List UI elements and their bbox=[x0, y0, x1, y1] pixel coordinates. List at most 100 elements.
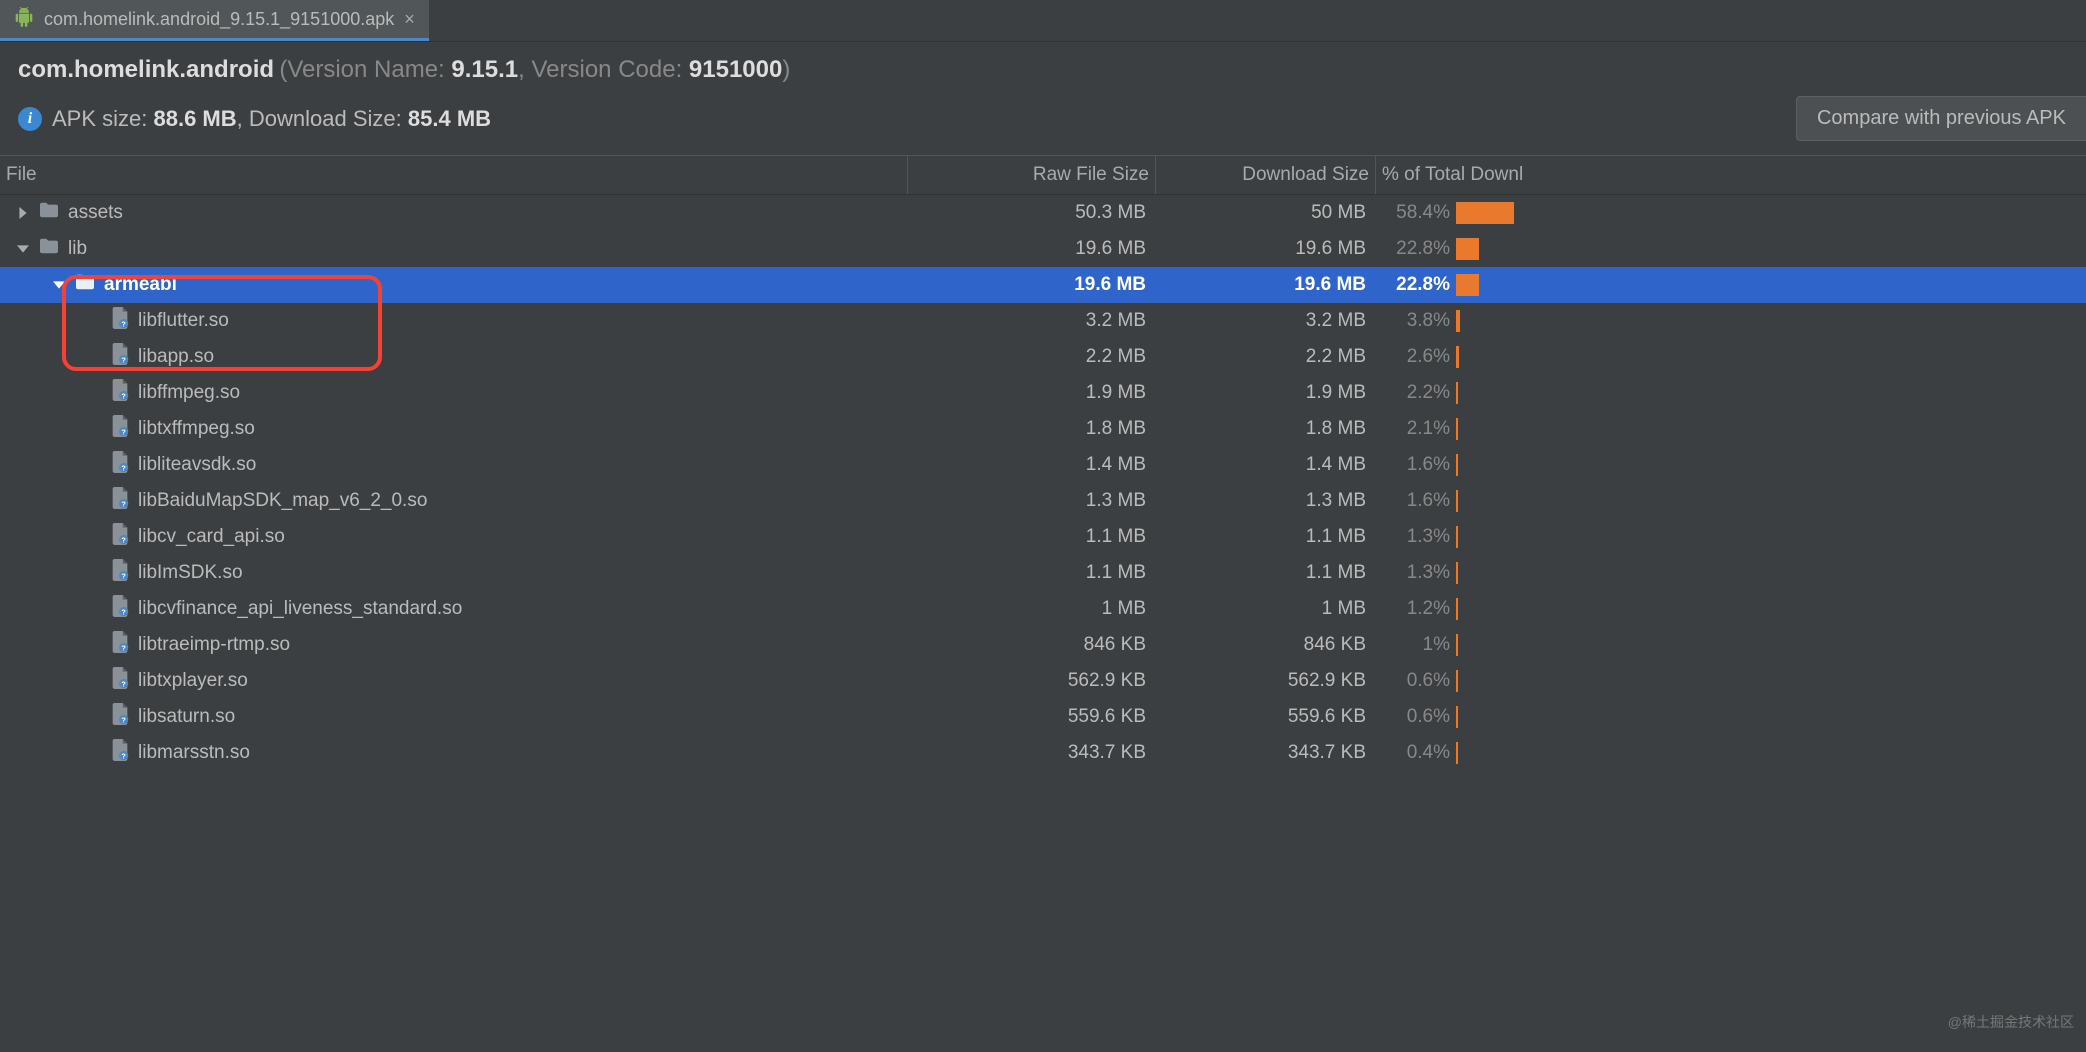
percent-label: 1.3% bbox=[1382, 562, 1450, 584]
raw-size: 846 KB bbox=[908, 634, 1156, 656]
download-size: 1.4 MB bbox=[1156, 454, 1376, 476]
percent-cell: 22.8% bbox=[1376, 238, 2086, 260]
file-cell: ?libtxplayer.so bbox=[0, 663, 908, 699]
file-name: libmarsstn.so bbox=[138, 742, 250, 764]
arrow-spacer bbox=[88, 566, 102, 580]
file-name: libtxffmpeg.so bbox=[138, 418, 255, 440]
file-cell: armeabi bbox=[0, 267, 908, 303]
column-download-size[interactable]: Download Size bbox=[1156, 156, 1376, 194]
percent-cell: 0.6% bbox=[1376, 706, 2086, 728]
file-cell: assets bbox=[0, 195, 908, 231]
percent-label: 2.2% bbox=[1382, 382, 1450, 404]
table-row[interactable]: ?libtxplayer.so562.9 KB562.9 KB0.6% bbox=[0, 663, 2086, 699]
file-tab[interactable]: com.homelink.android_9.15.1_9151000.apk … bbox=[0, 0, 429, 41]
percent-bar bbox=[1456, 454, 1556, 476]
raw-size: 19.6 MB bbox=[908, 238, 1156, 260]
percent-cell: 1.6% bbox=[1376, 490, 2086, 512]
table-row[interactable]: ?libffmpeg.so1.9 MB1.9 MB2.2% bbox=[0, 375, 2086, 411]
file-name: libcvfinance_api_liveness_standard.so bbox=[138, 598, 462, 620]
download-size: 1 MB bbox=[1156, 598, 1376, 620]
file-icon: ? bbox=[110, 739, 130, 767]
table-row[interactable]: ?libcv_card_api.so1.1 MB1.1 MB1.3% bbox=[0, 519, 2086, 555]
collapse-arrow-icon[interactable] bbox=[16, 242, 30, 256]
arrow-spacer bbox=[88, 530, 102, 544]
file-cell: ?libsaturn.so bbox=[0, 699, 908, 735]
table-row[interactable]: ?libsaturn.so559.6 KB559.6 KB0.6% bbox=[0, 699, 2086, 735]
percent-bar bbox=[1456, 202, 1556, 224]
column-file[interactable]: File bbox=[0, 156, 908, 194]
table-row[interactable]: assets50.3 MB50 MB58.4% bbox=[0, 195, 2086, 231]
close-tab-icon[interactable]: × bbox=[404, 9, 415, 30]
percent-cell: 2.2% bbox=[1376, 382, 2086, 404]
percent-label: 0.4% bbox=[1382, 742, 1450, 764]
table-row[interactable]: ? libcvfinance_api_liveness_standard.so 1 … bbox=[0, 591, 2086, 627]
arrow-spacer bbox=[88, 458, 102, 472]
percent-label: 1.2% bbox=[1382, 598, 1450, 620]
percent-bar bbox=[1456, 418, 1556, 440]
percent-label: 0.6% bbox=[1382, 706, 1450, 728]
arrow-spacer bbox=[88, 494, 102, 508]
info-icon: i bbox=[18, 107, 42, 131]
file-cell: lib bbox=[0, 231, 908, 267]
file-icon: ? bbox=[110, 667, 130, 695]
percent-bar bbox=[1456, 310, 1556, 332]
apk-size-label: APK size: bbox=[52, 106, 147, 131]
file-icon: ? bbox=[110, 631, 130, 659]
svg-text:?: ? bbox=[121, 355, 126, 364]
svg-text:?: ? bbox=[121, 499, 126, 508]
file-name: libliteavsdk.so bbox=[138, 454, 256, 476]
download-size: 3.2 MB bbox=[1156, 310, 1376, 332]
percent-cell: 2.6% bbox=[1376, 346, 2086, 368]
svg-text:?: ? bbox=[121, 319, 126, 328]
file-cell: ?libBaiduMapSDK_map_v6_2_0.so bbox=[0, 483, 908, 519]
percent-label: 2.6% bbox=[1382, 346, 1450, 368]
table-row[interactable]: ?libBaiduMapSDK_map_v6_2_0.so1.3 MB1.3 M… bbox=[0, 483, 2086, 519]
table-row[interactable]: ?libflutter.so3.2 MB3.2 MB3.8% bbox=[0, 303, 2086, 339]
table-row[interactable]: ?libliteavsdk.so1.4 MB1.4 MB1.6% bbox=[0, 447, 2086, 483]
table-row[interactable]: ?libapp.so2.2 MB2.2 MB2.6% bbox=[0, 339, 2086, 375]
table-row[interactable]: ?libImSDK.so1.1 MB1.1 MB1.3% bbox=[0, 555, 2086, 591]
table-row[interactable]: ?libmarsstn.so343.7 KB343.7 KB0.4% bbox=[0, 735, 2086, 771]
table-row[interactable]: ?libtxffmpeg.so1.8 MB1.8 MB2.1% bbox=[0, 411, 2086, 447]
raw-size: 559.6 KB bbox=[908, 706, 1156, 728]
svg-text:?: ? bbox=[121, 751, 126, 760]
collapse-arrow-icon[interactable] bbox=[52, 278, 66, 292]
file-name: libsaturn.so bbox=[138, 706, 235, 728]
svg-text:?: ? bbox=[121, 679, 126, 688]
version-code-value: 9151000 bbox=[689, 56, 782, 83]
percent-bar bbox=[1456, 346, 1556, 368]
raw-size: 562.9 KB bbox=[908, 670, 1156, 692]
raw-size: 343.7 KB bbox=[908, 742, 1156, 764]
percent-bar bbox=[1456, 490, 1556, 512]
download-size: 19.6 MB bbox=[1156, 274, 1376, 296]
file-name: libflutter.so bbox=[138, 310, 229, 332]
file-cell: ?libcv_card_api.so bbox=[0, 519, 908, 555]
raw-size: 50.3 MB bbox=[908, 202, 1156, 224]
percent-label: 1% bbox=[1382, 634, 1450, 656]
percent-cell: 3.8% bbox=[1376, 310, 2086, 332]
percent-bar bbox=[1456, 382, 1556, 404]
svg-text:?: ? bbox=[121, 427, 126, 436]
header-meta: (Version Name: 9.15.1, Version Code: 915… bbox=[279, 56, 790, 83]
percent-label: 1.6% bbox=[1382, 454, 1450, 476]
compare-button[interactable]: Compare with previous APK bbox=[1796, 96, 2086, 141]
raw-size: 1.9 MB bbox=[908, 382, 1156, 404]
percent-cell: 1% bbox=[1376, 634, 2086, 656]
expand-arrow-icon[interactable] bbox=[16, 206, 30, 220]
svg-text:?: ? bbox=[121, 535, 126, 544]
svg-text:?: ? bbox=[121, 463, 126, 472]
percent-label: 2.1% bbox=[1382, 418, 1450, 440]
percent-label: 1.6% bbox=[1382, 490, 1450, 512]
watermark: @稀土掘金技术社区 bbox=[1948, 1012, 2074, 1032]
table-row[interactable]: lib19.6 MB19.6 MB22.8% bbox=[0, 231, 2086, 267]
table-row[interactable]: ?libtraeimp-rtmp.so846 KB846 KB1% bbox=[0, 627, 2086, 663]
file-name: assets bbox=[68, 202, 123, 224]
percent-cell: 1.3% bbox=[1376, 526, 2086, 548]
column-raw-size[interactable]: Raw File Size bbox=[908, 156, 1156, 194]
column-percent[interactable]: % of Total Downl bbox=[1376, 156, 2086, 194]
table-row[interactable]: armeabi19.6 MB19.6 MB22.8% bbox=[0, 267, 2086, 303]
file-icon: ? bbox=[110, 559, 130, 587]
percent-bar bbox=[1456, 634, 1556, 656]
download-size: 19.6 MB bbox=[1156, 238, 1376, 260]
svg-text:?: ? bbox=[121, 607, 126, 616]
